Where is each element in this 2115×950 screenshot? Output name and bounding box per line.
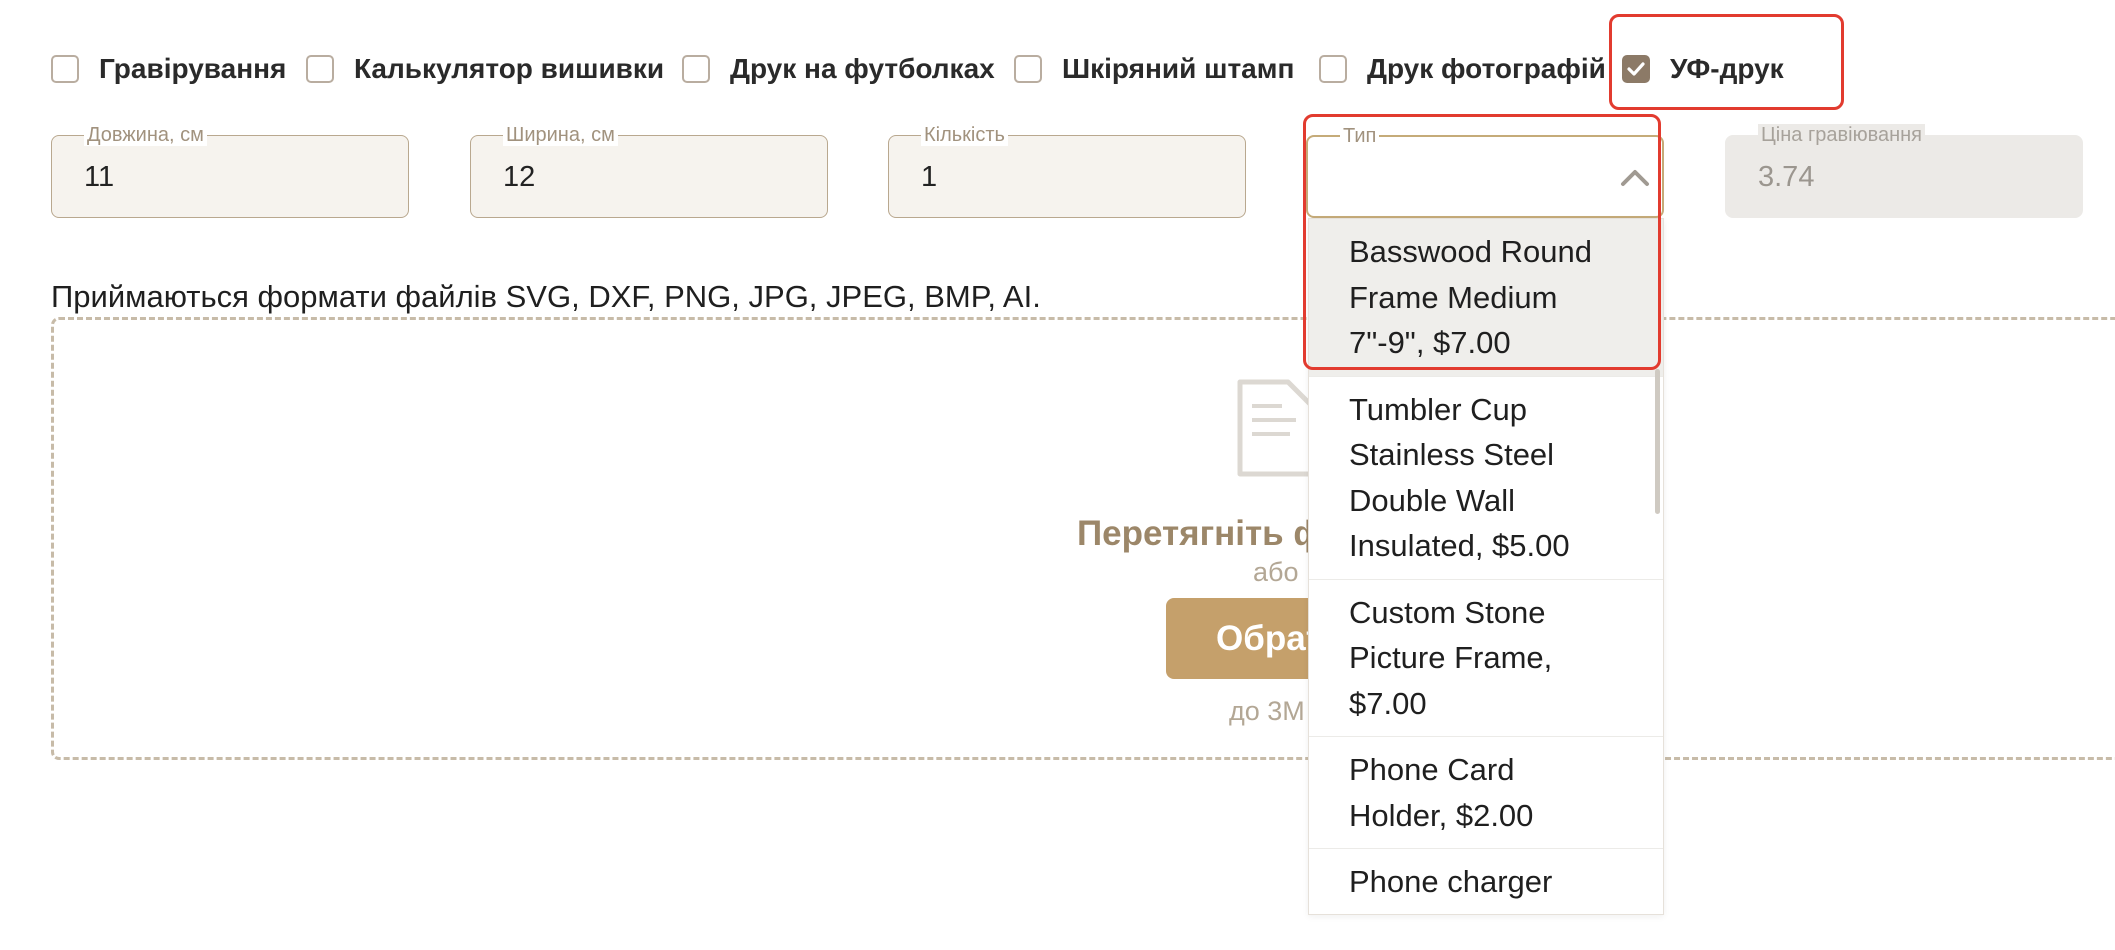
document-upload-icon bbox=[1237, 379, 1315, 477]
option-engraving[interactable]: Гравірування bbox=[51, 53, 286, 85]
checkbox-uv-print[interactable] bbox=[1622, 55, 1650, 83]
type-dropdown-list[interactable]: Basswood Round Frame Medium 7"-9", $7.00… bbox=[1308, 218, 1664, 915]
dropdown-scrollbar[interactable] bbox=[1655, 369, 1660, 514]
length-field[interactable]: Довжина, см 11 bbox=[51, 124, 409, 218]
option-line: 7"-9", $7.00 bbox=[1349, 325, 1511, 360]
option-tshirt-print[interactable]: Друк на футболках bbox=[682, 53, 995, 85]
width-value: 12 bbox=[503, 161, 536, 193]
option-line: Insulated, $5.00 bbox=[1349, 528, 1570, 563]
option-line: Phone charger bbox=[1349, 864, 1553, 899]
dropzone-title: Перетягніть ф bbox=[1077, 514, 1325, 553]
option-line: Tumbler Cup bbox=[1349, 391, 1528, 427]
option-photo-print[interactable]: Друк фотографій bbox=[1319, 53, 1606, 85]
checkbox-photo-print[interactable] bbox=[1319, 55, 1347, 83]
accepted-formats-text: Приймаються формати файлів SVG, DXF, PNG… bbox=[51, 279, 1041, 314]
option-embroidery-calculator[interactable]: Калькулятор вишивки bbox=[306, 53, 664, 85]
price-field: Ціна гравіювання 3.74 bbox=[1725, 124, 2083, 218]
option-line: Double Wall bbox=[1349, 482, 1515, 518]
dropdown-option[interactable]: Phone Card Holder, $2.00 bbox=[1309, 737, 1663, 849]
option-line: Frame Medium bbox=[1349, 279, 1558, 315]
quantity-label: Кількість bbox=[921, 124, 1008, 146]
option-line: Heart shaped, bbox=[1349, 905, 1633, 915]
option-line: Picture Frame, bbox=[1349, 640, 1553, 675]
option-line: Phone Card bbox=[1349, 752, 1515, 787]
option-line: Custom Stone bbox=[1349, 594, 1546, 630]
dropzone-size-limit: до 3М bbox=[1229, 696, 1305, 726]
length-value: 11 bbox=[84, 161, 115, 193]
option-label: УФ-друк bbox=[1670, 53, 1784, 84]
option-line: Stainless Steel bbox=[1349, 437, 1555, 472]
type-select[interactable]: Тип bbox=[1306, 125, 1664, 218]
price-label: Ціна гравіювання bbox=[1758, 124, 1926, 146]
option-leather-stamp[interactable]: Шкіряний штамп bbox=[1014, 53, 1294, 85]
checkbox-embroidery-calculator[interactable] bbox=[306, 55, 334, 83]
width-field[interactable]: Ширина, см 12 bbox=[470, 124, 828, 218]
dropdown-option[interactable]: Phone charger Heart shaped, bbox=[1309, 849, 1663, 915]
quantity-value: 1 bbox=[921, 161, 938, 193]
type-label: Тип bbox=[1340, 125, 1380, 147]
option-uv-print[interactable]: УФ-друк bbox=[1622, 53, 1784, 85]
chevron-up-icon[interactable] bbox=[1620, 167, 1650, 187]
checkbox-tshirt-print[interactable] bbox=[682, 55, 710, 83]
width-label: Ширина, см bbox=[503, 124, 618, 146]
quantity-field[interactable]: Кількість 1 bbox=[888, 124, 1246, 218]
option-line: $7.00 bbox=[1349, 685, 1427, 721]
option-label: Друк на футболках bbox=[730, 53, 995, 84]
option-line: Holder, $2.00 bbox=[1349, 797, 1534, 833]
dropdown-option[interactable]: Tumbler Cup Stainless Steel Double Wall … bbox=[1309, 377, 1663, 580]
dropzone-or: або bbox=[1253, 557, 1299, 587]
price-value: 3.74 bbox=[1758, 161, 1815, 193]
dropdown-option[interactable]: Basswood Round Frame Medium 7"-9", $7.00 bbox=[1309, 219, 1663, 377]
option-label: Друк фотографій bbox=[1367, 53, 1606, 84]
checkmark-icon bbox=[1627, 62, 1645, 76]
option-label: Калькулятор вишивки bbox=[354, 53, 665, 84]
option-label: Шкіряний штамп bbox=[1062, 53, 1295, 84]
checkbox-leather-stamp[interactable] bbox=[1014, 55, 1042, 83]
option-label: Гравірування bbox=[99, 53, 287, 84]
dropdown-option[interactable]: Custom Stone Picture Frame, $7.00 bbox=[1309, 580, 1663, 737]
checkbox-engraving[interactable] bbox=[51, 55, 79, 83]
length-label: Довжина, см bbox=[84, 124, 207, 146]
option-line: Basswood Round bbox=[1349, 234, 1592, 269]
